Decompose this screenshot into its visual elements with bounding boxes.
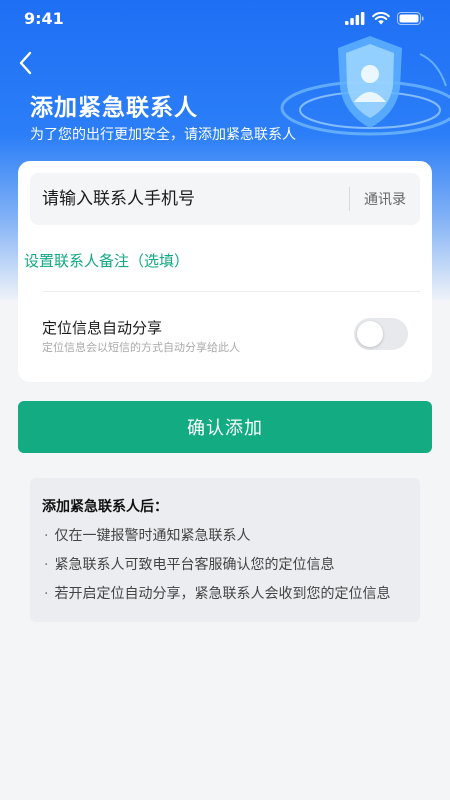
info-card: 添加紧急联系人后： 仅在一键报警时通知紧急联系人 紧急联系人可致电平台客服确认您… [30,478,420,622]
info-item: 若开启定位自动分享，紧急联系人会收到您的定位信息 [44,580,390,609]
status-time: 9:41 [24,8,64,28]
divider [42,291,420,292]
location-share-toggle[interactable] [354,318,408,350]
back-chevron-icon [19,51,32,75]
page-subtitle: 为了您的出行更加安全，请添加紧急联系人 [30,127,296,143]
phone-input[interactable] [30,189,349,209]
page-title: 添加紧急联系人 [30,95,198,121]
wifi-icon [372,11,390,24]
signal-icon [345,11,365,25]
location-share-title: 定位信息自动分享 [42,319,163,337]
contacts-button[interactable]: 通讯录 [350,189,420,209]
info-title: 添加紧急联系人后： [42,499,168,515]
toggle-knob [357,321,383,347]
back-button[interactable] [14,48,36,78]
battery-icon [397,11,424,25]
info-item: 仅在一键报警时通知紧急联系人 [44,522,390,551]
status-icons [345,11,424,25]
location-share-desc: 定位信息会以短信的方式自动分享给此人 [42,341,240,354]
remark-link[interactable]: 设置联系人备注（选填） [24,250,189,271]
info-item: 紧急联系人可致电平台客服确认您的定位信息 [44,551,390,580]
confirm-add-button[interactable]: 确认添加 [18,401,432,453]
phone-input-row: 通讯录 [30,173,420,225]
info-list: 仅在一键报警时通知紧急联系人 紧急联系人可致电平台客服确认您的定位信息 若开启定… [44,522,390,609]
contact-form-card: 通讯录 定位信息自动分享 定位信息会以短信的方式自动分享给此人 [18,161,432,382]
